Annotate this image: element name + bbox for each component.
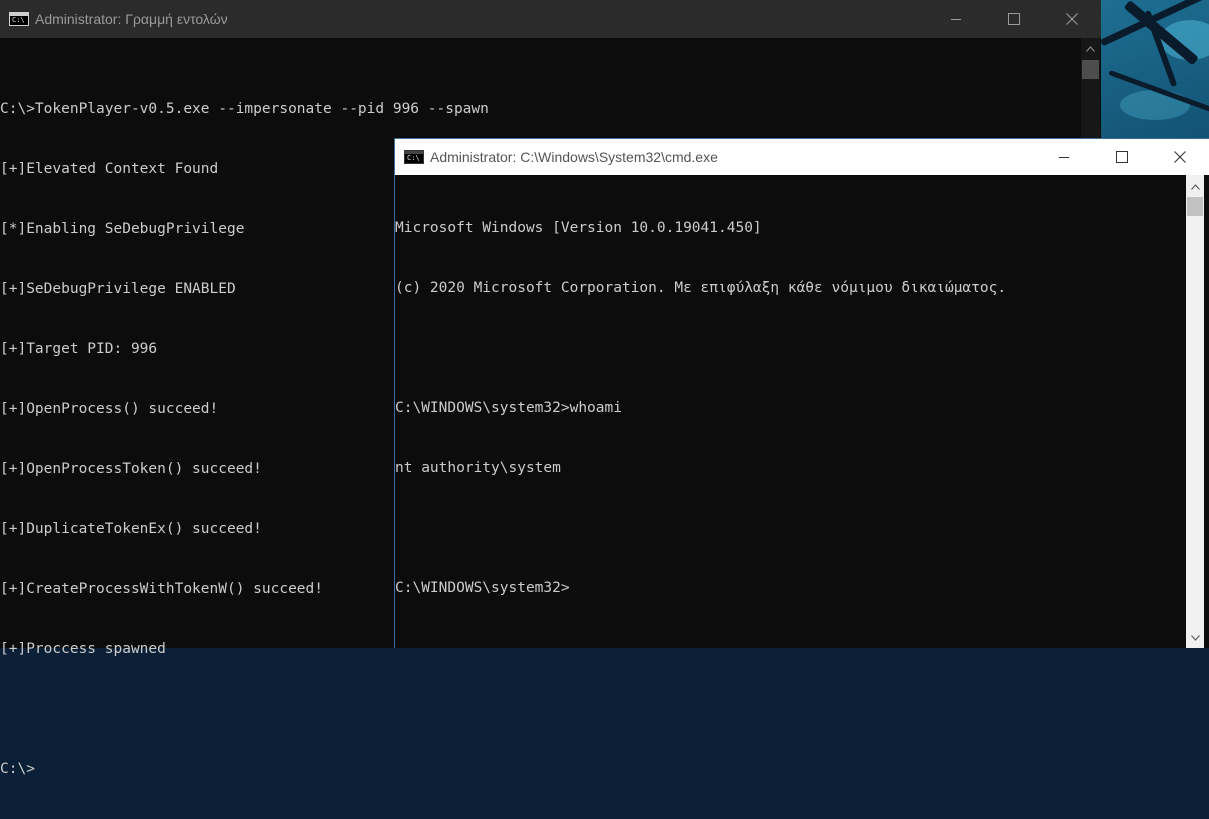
console-output[interactable]: Microsoft Windows [Version 10.0.19041.45… xyxy=(395,178,1006,638)
cmd-icon: C:\ xyxy=(404,150,424,164)
scroll-thumb[interactable] xyxy=(1082,60,1099,79)
title-bar[interactable]: C:\ Administrator: C:\Windows\System32\c… xyxy=(395,139,1209,175)
maximize-icon xyxy=(1116,151,1128,163)
close-icon xyxy=(1174,151,1186,163)
close-button[interactable] xyxy=(1043,0,1101,38)
maximize-button[interactable] xyxy=(1093,139,1151,175)
chevron-up-icon xyxy=(1190,183,1200,190)
close-icon xyxy=(1066,13,1078,25)
vertical-scrollbar[interactable] xyxy=(1186,175,1204,648)
console-line: (c) 2020 Microsoft Corporation. Με επιφύ… xyxy=(395,280,1007,296)
window-title: Administrator: Γραμμή εντολών xyxy=(35,11,228,27)
window-controls xyxy=(1035,139,1209,175)
title-bar[interactable]: C:\ Administrator: Γραμμή εντολών xyxy=(0,0,1101,38)
maximize-button[interactable] xyxy=(985,0,1043,38)
scroll-up-button[interactable] xyxy=(1081,40,1100,57)
cmd-icon: C:\ xyxy=(9,12,29,26)
close-button[interactable] xyxy=(1151,139,1209,175)
console-line: Microsoft Windows [Version 10.0.19041.45… xyxy=(395,220,762,236)
scroll-up-button[interactable] xyxy=(1186,178,1204,195)
minimize-button[interactable] xyxy=(1035,139,1093,175)
console-line: C:\>TokenPlayer-v0.5.exe --impersonate -… xyxy=(0,101,489,117)
window-title: Administrator: C:\Windows\System32\cmd.e… xyxy=(430,149,718,165)
console-line: C:\WINDOWS\system32>whoami xyxy=(395,400,622,416)
maximize-icon xyxy=(1008,13,1020,25)
console-line: nt authority\system xyxy=(395,460,561,476)
chevron-down-icon xyxy=(1190,634,1200,641)
console-prompt: C:\WINDOWS\system32> xyxy=(395,580,570,596)
minimize-icon xyxy=(951,19,961,20)
scroll-down-button[interactable] xyxy=(1186,629,1204,646)
minimize-icon xyxy=(1059,157,1069,158)
console-window-front[interactable]: C:\ Administrator: C:\Windows\System32\c… xyxy=(394,138,1209,648)
scroll-thumb[interactable] xyxy=(1187,197,1203,216)
chevron-up-icon xyxy=(1086,45,1095,52)
console-prompt: C:\> xyxy=(0,761,35,777)
window-controls xyxy=(927,0,1101,38)
minimize-button[interactable] xyxy=(927,0,985,38)
